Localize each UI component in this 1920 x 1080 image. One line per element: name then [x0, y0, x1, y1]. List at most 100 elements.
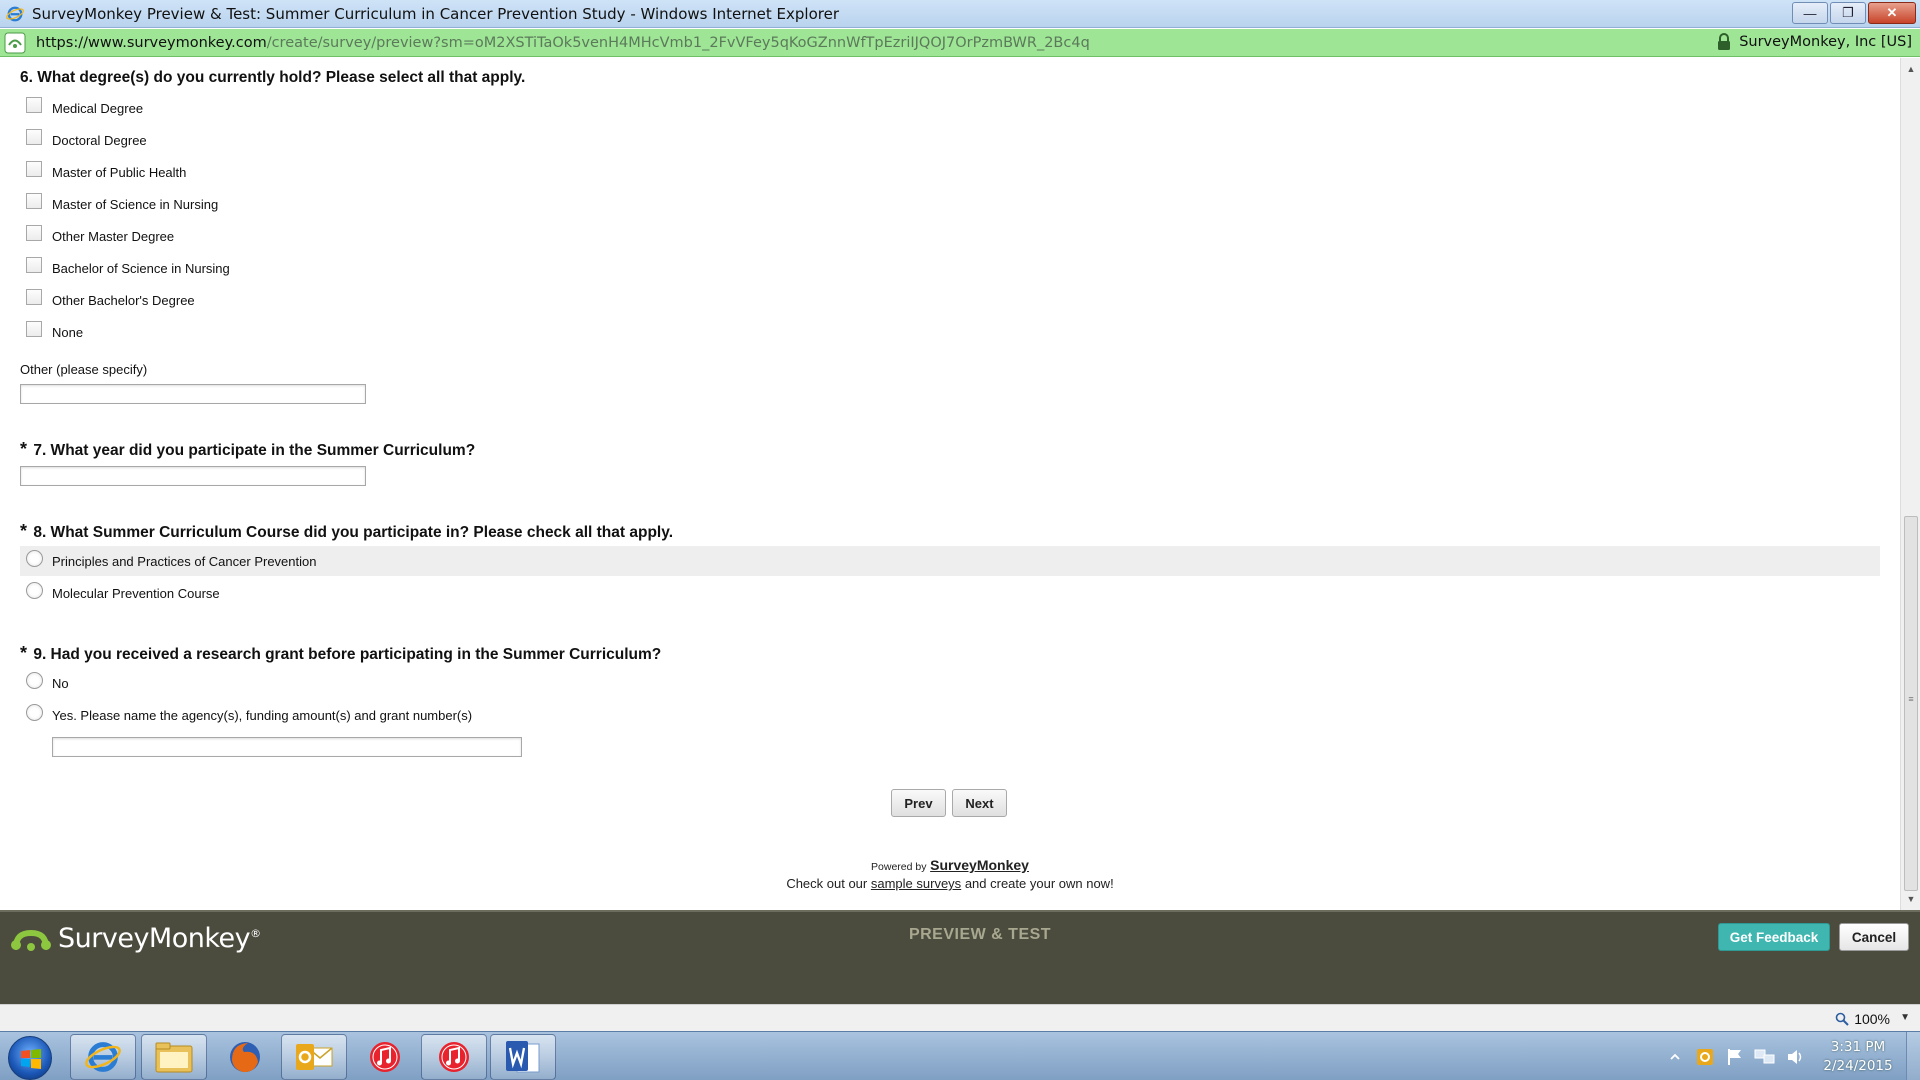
network-icon[interactable]: [1753, 1045, 1777, 1069]
required-marker: *: [20, 521, 28, 541]
powered-by: Powered by SurveyMonkey: [0, 857, 1900, 873]
q6-other-label: Other (please specify): [20, 362, 148, 377]
scroll-down-arrow-icon[interactable]: ▼: [1901, 890, 1920, 908]
internet-explorer-icon: [85, 1042, 121, 1072]
zoom-dropdown-arrow-icon[interactable]: ▼: [1900, 1012, 1910, 1023]
checkbox[interactable]: [26, 321, 42, 337]
question-9-text: 9. Had you received a research grant bef…: [33, 646, 662, 663]
q9-option-yes[interactable]: Yes. Please name the agency(s), funding …: [20, 700, 1880, 730]
taskbar-outlook[interactable]: [281, 1034, 347, 1080]
sample-surveys-link[interactable]: sample surveys: [871, 876, 961, 891]
option-label: Principles and Practices of Cancer Preve…: [52, 553, 317, 569]
checkbox[interactable]: [26, 129, 42, 145]
clock-date: 2/24/2015: [1823, 1057, 1893, 1074]
taskbar-itunes[interactable]: [352, 1034, 418, 1080]
browser-status-bar: 100% ▼: [0, 1004, 1920, 1031]
url-path: /create/survey/preview?sm=oM2XSTiTaOk5ve…: [266, 34, 1090, 51]
show-hidden-icons-icon[interactable]: [1663, 1045, 1687, 1069]
windows-taskbar: 3:31 PM 2/24/2015: [0, 1031, 1920, 1080]
security-certificate[interactable]: SurveyMonkey, Inc [US]: [1717, 33, 1912, 51]
q7-year-input[interactable]: [20, 466, 366, 486]
vertical-scrollbar[interactable]: ▲ ≡ ▼: [1900, 58, 1920, 910]
prev-button[interactable]: Prev: [891, 789, 946, 817]
checkbox[interactable]: [26, 289, 42, 305]
radio-button[interactable]: [26, 671, 43, 689]
taskbar-internet-explorer[interactable]: [70, 1034, 136, 1080]
next-button[interactable]: Next: [952, 789, 1007, 817]
minimize-button[interactable]: —: [1792, 2, 1828, 24]
radio-button[interactable]: [26, 549, 43, 567]
q6-option-bsn[interactable]: Bachelor of Science in Nursing: [20, 253, 1880, 283]
q8-option-molecular-prevention[interactable]: Molecular Prevention Course: [20, 578, 1880, 608]
checkbox[interactable]: [26, 257, 42, 273]
q6-option-doctoral-degree[interactable]: Doctoral Degree: [20, 125, 1880, 155]
q6-option-other-bachelor[interactable]: Other Bachelor's Degree: [20, 285, 1880, 315]
lock-icon: [1718, 33, 1731, 50]
get-feedback-button[interactable]: Get Feedback: [1718, 923, 1830, 951]
preview-mode-label: PREVIEW & TEST: [908, 926, 1052, 943]
question-8-text: 8. What Summer Curriculum Course did you…: [33, 524, 674, 541]
page-favicon-icon: [4, 32, 26, 53]
radio-button[interactable]: [26, 581, 43, 599]
action-center-flag-icon[interactable]: [1723, 1045, 1747, 1069]
question-7-title: * 7. What year did you participate in th…: [20, 439, 475, 460]
scroll-up-arrow-icon[interactable]: ▲: [1901, 60, 1920, 78]
taskbar-itunes-2[interactable]: [421, 1034, 487, 1080]
q6-option-medical-degree[interactable]: Medical Degree: [20, 93, 1880, 123]
taskbar-firefox[interactable]: [212, 1034, 278, 1080]
close-button[interactable]: ✕: [1868, 2, 1916, 24]
option-label: Yes. Please name the agency(s), funding …: [52, 707, 473, 723]
q6-option-mph[interactable]: Master of Public Health: [20, 157, 1880, 187]
option-label: Medical Degree: [52, 100, 144, 116]
start-button[interactable]: [8, 1036, 52, 1080]
checkbox[interactable]: [26, 193, 42, 209]
taskbar-clock[interactable]: 3:31 PM 2/24/2015: [1810, 1038, 1906, 1076]
window-title: SurveyMonkey Preview & Test: Summer Curr…: [32, 4, 840, 23]
itunes-icon: [370, 1042, 400, 1072]
address-bar[interactable]: https://www.surveymonkey.com/create/surv…: [0, 29, 1920, 57]
powered-by-text: Powered by: [871, 861, 927, 873]
url-text[interactable]: https://www.surveymonkey.com/create/surv…: [36, 35, 1090, 51]
volume-icon[interactable]: [1783, 1045, 1807, 1069]
folder-icon: [155, 1042, 193, 1073]
q8-option-principles-practices[interactable]: Principles and Practices of Cancer Preve…: [20, 546, 1880, 576]
outlook-tray-icon[interactable]: [1693, 1045, 1717, 1069]
internet-explorer-icon: [6, 6, 24, 21]
cancel-button[interactable]: Cancel: [1839, 923, 1909, 951]
question-7-text: 7. What year did you participate in the …: [33, 442, 476, 459]
restore-button[interactable]: ❐: [1830, 2, 1866, 24]
clock-time: 3:31 PM: [1830, 1038, 1886, 1055]
q6-option-msn[interactable]: Master of Science in Nursing: [20, 189, 1880, 219]
q6-option-other-master[interactable]: Other Master Degree: [20, 221, 1880, 251]
option-label: No: [52, 675, 69, 691]
q9-grant-details-input[interactable]: [52, 737, 522, 757]
zoom-level[interactable]: 100%: [1835, 1011, 1890, 1027]
checkbox[interactable]: [26, 161, 42, 177]
surveymonkey-link[interactable]: SurveyMonkey: [930, 857, 1029, 873]
preview-test-bar: SurveyMonkey® PREVIEW & TEST Get Feedbac…: [0, 910, 1920, 1004]
option-label: Other Master Degree: [52, 228, 175, 244]
q6-other-input[interactable]: [20, 384, 366, 404]
check-out-text: Check out our: [786, 876, 868, 891]
word-icon: [506, 1041, 540, 1073]
show-desktop-button[interactable]: [1906, 1032, 1920, 1080]
zoom-value: 100%: [1854, 1011, 1890, 1027]
itunes-icon: [439, 1042, 469, 1072]
taskbar-word[interactable]: [490, 1034, 556, 1080]
option-label: Other Bachelor's Degree: [52, 292, 195, 308]
required-marker: *: [20, 643, 28, 663]
option-label: Doctoral Degree: [52, 132, 147, 148]
question-6-text: 6. What degree(s) do you currently hold?…: [20, 69, 526, 86]
question-8-title: * 8. What Summer Curriculum Course did y…: [20, 521, 673, 542]
q6-option-none[interactable]: None: [20, 317, 1880, 347]
checkbox[interactable]: [26, 97, 42, 113]
option-label: Master of Science in Nursing: [52, 196, 219, 212]
option-label: Molecular Prevention Course: [52, 585, 220, 601]
checkbox[interactable]: [26, 225, 42, 241]
question-6-title: 6. What degree(s) do you currently hold?…: [20, 69, 525, 87]
zoom-magnifier-icon: [1835, 1012, 1849, 1026]
radio-button[interactable]: [26, 703, 43, 721]
window-title-bar: SurveyMonkey Preview & Test: Summer Curr…: [0, 0, 1920, 28]
q9-option-no[interactable]: No: [20, 668, 1880, 698]
taskbar-file-explorer[interactable]: [141, 1034, 207, 1080]
